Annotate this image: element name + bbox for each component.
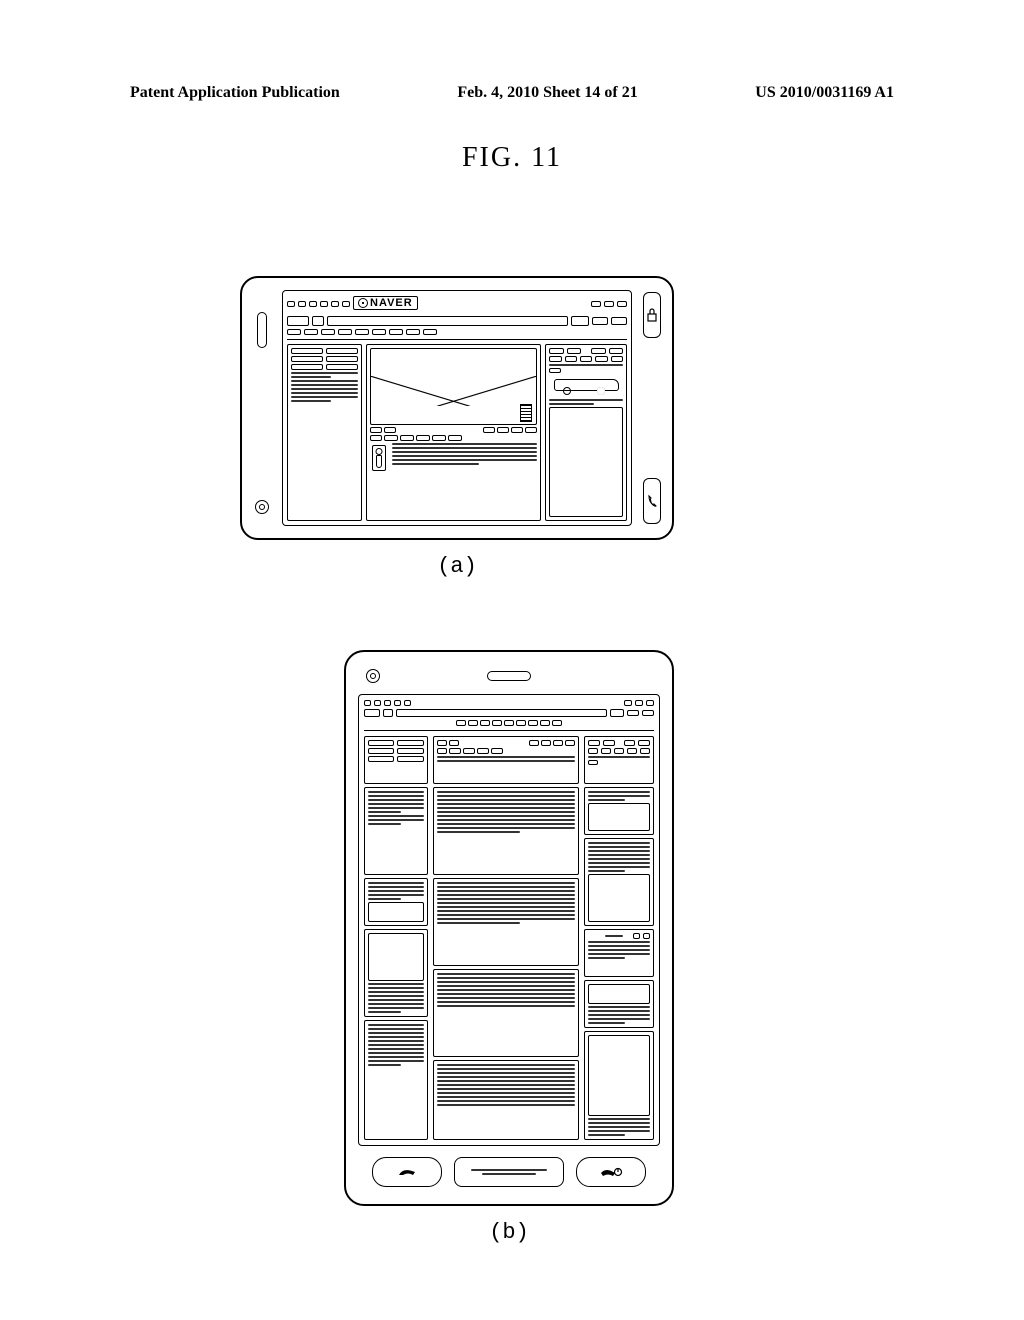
right-sidebar[interactable] bbox=[545, 344, 627, 521]
earpiece-icon bbox=[257, 312, 267, 348]
browser-screen-portrait[interactable] bbox=[358, 694, 660, 1146]
person-image bbox=[372, 445, 386, 471]
lock-key-icon[interactable] bbox=[643, 292, 661, 338]
hero-image bbox=[370, 348, 538, 425]
earpiece-icon bbox=[487, 671, 531, 681]
portal-header bbox=[364, 700, 654, 732]
portal-logo: NAVER bbox=[353, 296, 418, 310]
page-header: Patent Application Publication Feb. 4, 2… bbox=[0, 84, 1024, 102]
hardware-keys bbox=[356, 1150, 662, 1194]
search-row[interactable] bbox=[287, 316, 627, 326]
browser-screen[interactable]: NAVER bbox=[282, 290, 632, 526]
phone-right-side bbox=[632, 278, 672, 538]
top-row: NAVER bbox=[287, 295, 627, 313]
camera-icon bbox=[255, 500, 269, 514]
end-key-icon[interactable] bbox=[576, 1157, 646, 1187]
left-sidebar[interactable] bbox=[364, 736, 428, 1140]
header-left: Patent Application Publication bbox=[130, 84, 340, 102]
header-center: Feb. 4, 2010 Sheet 14 of 21 bbox=[457, 84, 637, 102]
content-columns-portrait bbox=[364, 736, 654, 1140]
figure-b: (b) bbox=[344, 650, 674, 1245]
content-columns bbox=[287, 344, 627, 521]
center-content[interactable] bbox=[433, 736, 580, 1140]
camera-icon bbox=[366, 669, 380, 683]
home-key[interactable] bbox=[454, 1157, 564, 1187]
sub-label-a: (a) bbox=[240, 554, 674, 579]
phone-landscape: NAVER bbox=[240, 276, 674, 540]
nav-row[interactable] bbox=[287, 329, 627, 335]
call-key-icon[interactable] bbox=[643, 478, 661, 524]
header-right: US 2010/0031169 A1 bbox=[755, 84, 894, 102]
car-image bbox=[549, 375, 623, 397]
figure-a: NAVER bbox=[240, 276, 674, 579]
left-sidebar[interactable] bbox=[287, 344, 362, 521]
right-sidebar[interactable] bbox=[584, 736, 654, 1140]
center-content[interactable] bbox=[366, 344, 542, 521]
phone-topbar bbox=[356, 662, 662, 690]
phone-left-side bbox=[242, 278, 282, 538]
figure-label: FIG. 11 bbox=[0, 142, 1024, 174]
sub-label-b: (b) bbox=[344, 1220, 674, 1245]
phone-portrait bbox=[344, 650, 674, 1206]
call-key-icon[interactable] bbox=[372, 1157, 442, 1187]
